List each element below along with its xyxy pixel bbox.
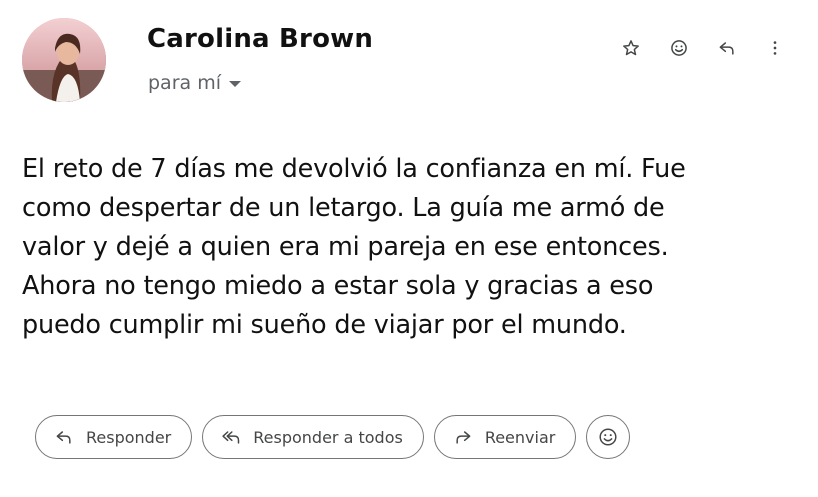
forward-button-label: Reenviar xyxy=(484,427,556,447)
reply-icon xyxy=(719,42,734,55)
header-actions xyxy=(618,35,788,61)
emoji-icon xyxy=(599,428,617,446)
message-line: puedo cumplir mi sueño de viajar por el … xyxy=(22,310,627,340)
star-button[interactable] xyxy=(618,35,644,61)
forward-button[interactable]: Reenviar xyxy=(433,415,577,459)
message-line: como despertar de un letargo. La guía me… xyxy=(22,193,665,223)
more-options-button[interactable] xyxy=(762,35,788,61)
recipient-label: para mí xyxy=(148,72,221,94)
reply-icon xyxy=(56,431,71,444)
more-vert-icon xyxy=(773,41,777,55)
message-line: Ahora no tengo miedo a estar sola y grac… xyxy=(22,271,654,301)
reply-all-button[interactable]: Responder a todos xyxy=(202,415,424,459)
message-line: valor y dejé a quien era mi pareja en es… xyxy=(22,232,669,262)
emoji-icon xyxy=(671,40,687,56)
star-icon xyxy=(623,40,639,56)
reply-button[interactable]: Responder xyxy=(35,415,193,459)
reply-all-icon xyxy=(222,431,240,444)
reply-button-label: Responder xyxy=(86,427,172,447)
chevron-down-icon xyxy=(229,81,241,87)
add-reaction-button[interactable] xyxy=(586,415,631,459)
message-actions: Responder Responder a todos Reenviar xyxy=(35,415,631,459)
sender-name: Carolina Brown xyxy=(147,24,374,54)
message-body: El reto de 7 días me devolvió la confian… xyxy=(22,150,802,345)
avatar[interactable] xyxy=(22,18,106,102)
reply-all-button-label: Responder a todos xyxy=(253,427,403,447)
forward-icon xyxy=(456,431,471,444)
recipient-toggle[interactable]: para mí xyxy=(148,72,241,94)
message-line: El reto de 7 días me devolvió la confian… xyxy=(22,154,686,184)
emoji-reaction-button[interactable] xyxy=(666,35,692,61)
reply-button-header[interactable] xyxy=(714,35,740,61)
